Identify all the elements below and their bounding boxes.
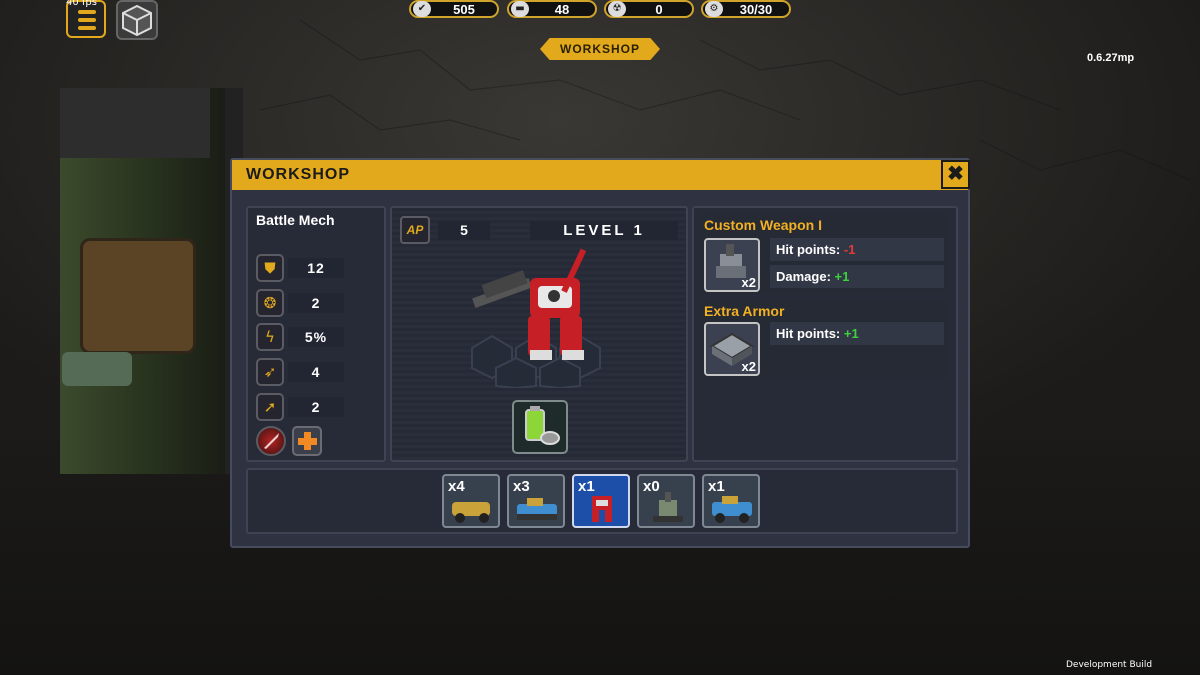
cube-icon: [122, 4, 152, 37]
armor-mod-icon[interactable]: x2: [704, 322, 760, 376]
stat-row-range: ➚ 2: [256, 393, 376, 423]
effect-value: +1: [843, 326, 859, 341]
close-button[interactable]: ✖: [941, 160, 970, 189]
modifications-panel: Custom Weapon I x2 Hit points: -1 Damage…: [692, 206, 958, 462]
unit-slot-turret[interactable]: x0: [637, 474, 695, 528]
armored-car-icon: [712, 496, 752, 523]
fps-counter: 40 fps: [66, 0, 97, 8]
panel-title: WORKSHOP: [246, 166, 350, 183]
plus-icon: [298, 432, 317, 450]
stat-value: 4: [288, 362, 344, 382]
resource-value: 30/30: [739, 1, 773, 17]
stat-row-damage: ➶ 4: [256, 358, 376, 388]
workshop-panel: WORKSHOP ✖ Battle Mech ⛊ 12 ❂ 2 ϟ 5% ➶ 4…: [230, 158, 970, 548]
stat-row-armor: ⛊ 12: [256, 254, 376, 284]
effect-label: Damage:: [776, 269, 835, 284]
resource-value: 48: [554, 1, 570, 17]
battle-mech-image: [471, 248, 601, 388]
location-tag: WORKSHOP: [540, 38, 660, 60]
resource-vehicles: ⚙ 30/30: [701, 0, 791, 18]
dev-build-label: Development Build: [1066, 660, 1153, 670]
add-upgrade-button[interactable]: [292, 426, 322, 456]
unit-count: x3: [513, 478, 530, 495]
stat-row-crit: ϟ 5%: [256, 323, 376, 353]
mod-quantity: x2: [741, 275, 756, 290]
weapon-mod-icon[interactable]: x2: [704, 238, 760, 292]
mod-card-extra-armor: Extra Armor x2 Hit points: +1: [700, 300, 946, 378]
lightning-icon: ϟ: [256, 323, 284, 351]
effect-label: Hit points:: [776, 326, 844, 341]
turret-unit-icon: [653, 492, 683, 522]
mod-effect-line: Hit points: +1: [770, 322, 944, 345]
unit-view-panel: AP 5 LEVEL 1: [390, 206, 688, 462]
wrench-icon: ✔: [413, 1, 431, 17]
resource-value: 505: [453, 1, 475, 17]
mod-title: Extra Armor: [704, 303, 785, 319]
unit-slot-buggy[interactable]: x4: [442, 474, 500, 528]
unit-slot-battle-mech[interactable]: x1: [572, 474, 630, 528]
mod-card-custom-weapon: Custom Weapon I x2 Hit points: -1 Damage…: [700, 214, 946, 294]
rocket-icon: ➶: [256, 358, 284, 386]
rocket-icon: [264, 433, 279, 449]
unit-slot-armored-car[interactable]: x1: [702, 474, 760, 528]
panel-header: WORKSHOP: [232, 160, 968, 190]
mod-title: Custom Weapon I: [704, 217, 822, 233]
stat-value: 2: [288, 397, 344, 417]
unit-stats-panel: Battle Mech ⛊ 12 ❂ 2 ϟ 5% ➶ 4 ➚ 2: [246, 206, 386, 462]
mod-quantity: x2: [741, 359, 756, 374]
mod-effect-line: Hit points: -1: [770, 238, 944, 261]
stat-value: 12: [288, 258, 344, 278]
inventory-cube-button[interactable]: [116, 0, 158, 40]
version-label: 0.6.27mp: [1087, 52, 1135, 64]
arrow-range-icon: ➚: [256, 393, 284, 421]
vehicle-icon: ⚙: [705, 1, 723, 17]
ap-icon: AP: [400, 216, 430, 244]
unit-slot-tank[interactable]: x3: [507, 474, 565, 528]
effect-value: +1: [834, 269, 850, 284]
effect-label: Hit points:: [776, 242, 844, 257]
tank-icon: [517, 498, 557, 520]
effect-value: -1: [843, 242, 856, 257]
unit-upgrade-icon[interactable]: [256, 426, 286, 456]
mod-effect-line: Damage: +1: [770, 265, 944, 288]
resource-value: 0: [655, 1, 663, 17]
mech-icon: [592, 496, 612, 522]
hangar-roof: [60, 88, 210, 158]
stat-value: 5%: [288, 327, 344, 347]
unit-count: x1: [708, 478, 725, 495]
hangar-vehicle: [62, 352, 132, 386]
unit-selector-bar: x4 x3 x1 x0 x1: [246, 468, 958, 534]
resource-metal: ▬ 48: [507, 0, 597, 18]
resource-radiation: ☢ 0: [604, 0, 694, 18]
shield-icon: ⛊: [256, 254, 284, 282]
wheel-icon: ❂: [256, 289, 284, 317]
stat-value: 2: [288, 293, 344, 313]
stat-row-mobility: ❂ 2: [256, 289, 376, 319]
unit-count: x4: [448, 478, 465, 495]
battery-icon: [525, 406, 560, 445]
resource-wrench: ✔ 505: [409, 0, 499, 18]
hangar-tank: [80, 238, 196, 354]
battery-item-button[interactable]: [512, 400, 568, 454]
radiation-icon: ☢: [608, 1, 626, 17]
metal-icon: ▬: [511, 1, 529, 17]
unit-name: Battle Mech: [256, 212, 335, 228]
buggy-icon: [452, 502, 490, 523]
